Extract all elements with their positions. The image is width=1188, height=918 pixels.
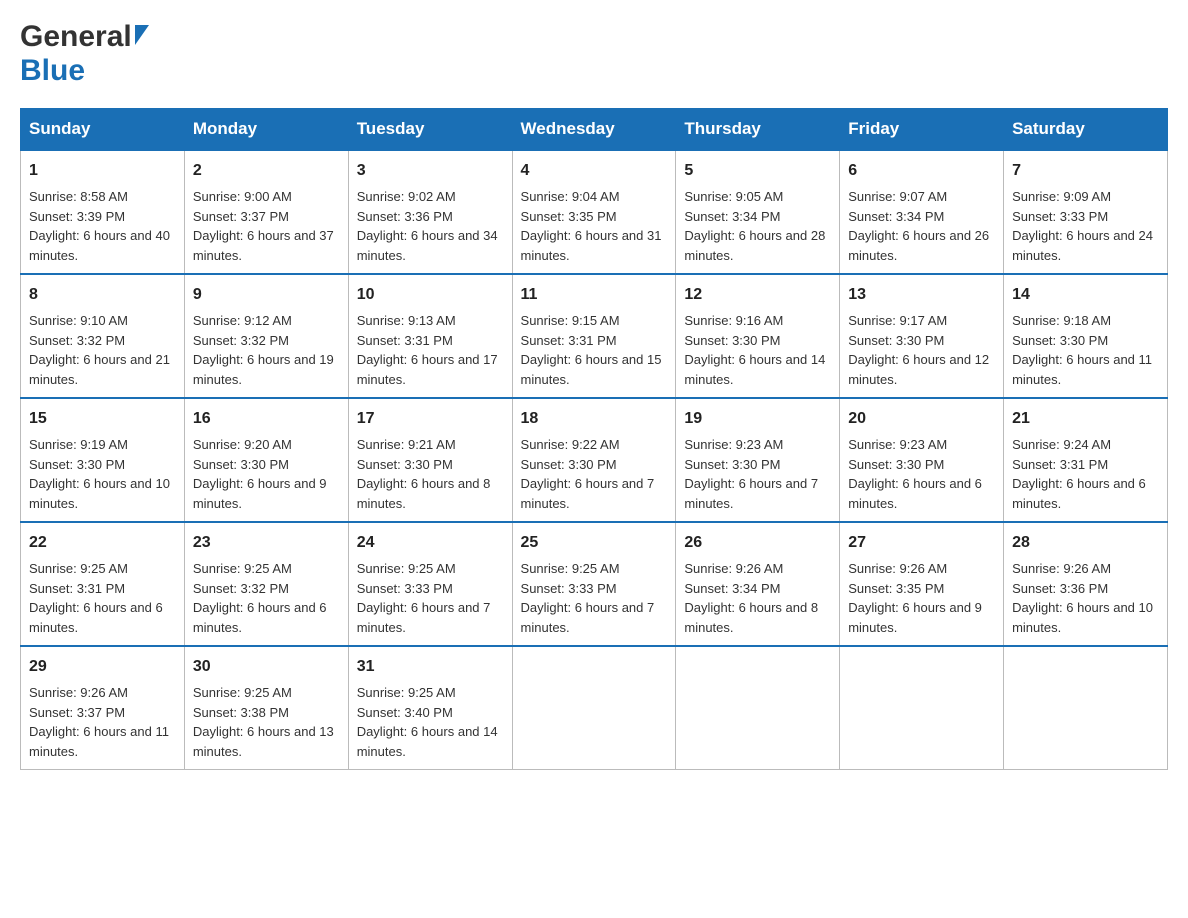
- day-number: 25: [521, 531, 668, 555]
- day-cell-31: 31Sunrise: 9:25 AMSunset: 3:40 PMDayligh…: [348, 646, 512, 770]
- day-number: 12: [684, 283, 831, 307]
- day-cell-3: 3Sunrise: 9:02 AMSunset: 3:36 PMDaylight…: [348, 150, 512, 274]
- day-cell-9: 9Sunrise: 9:12 AMSunset: 3:32 PMDaylight…: [184, 274, 348, 398]
- day-header-thursday: Thursday: [676, 109, 840, 151]
- day-number: 6: [848, 159, 995, 183]
- day-cell-19: 19Sunrise: 9:23 AMSunset: 3:30 PMDayligh…: [676, 398, 840, 522]
- day-cell-11: 11Sunrise: 9:15 AMSunset: 3:31 PMDayligh…: [512, 274, 676, 398]
- day-number: 22: [29, 531, 176, 555]
- day-number: 19: [684, 407, 831, 431]
- day-cell-22: 22Sunrise: 9:25 AMSunset: 3:31 PMDayligh…: [21, 522, 185, 646]
- day-cell-8: 8Sunrise: 9:10 AMSunset: 3:32 PMDaylight…: [21, 274, 185, 398]
- day-number: 29: [29, 655, 176, 679]
- logo-general-text: General: [20, 20, 132, 54]
- day-number: 26: [684, 531, 831, 555]
- day-cell-4: 4Sunrise: 9:04 AMSunset: 3:35 PMDaylight…: [512, 150, 676, 274]
- week-row-2: 8Sunrise: 9:10 AMSunset: 3:32 PMDaylight…: [21, 274, 1168, 398]
- day-number: 20: [848, 407, 995, 431]
- empty-cell: [512, 646, 676, 770]
- day-number: 5: [684, 159, 831, 183]
- day-number: 2: [193, 159, 340, 183]
- day-number: 31: [357, 655, 504, 679]
- week-row-3: 15Sunrise: 9:19 AMSunset: 3:30 PMDayligh…: [21, 398, 1168, 522]
- day-cell-24: 24Sunrise: 9:25 AMSunset: 3:33 PMDayligh…: [348, 522, 512, 646]
- day-cell-7: 7Sunrise: 9:09 AMSunset: 3:33 PMDaylight…: [1004, 150, 1168, 274]
- logo-blue-text: Blue: [20, 54, 149, 88]
- calendar-header-row: SundayMondayTuesdayWednesdayThursdayFrid…: [21, 109, 1168, 151]
- week-row-1: 1Sunrise: 8:58 AMSunset: 3:39 PMDaylight…: [21, 150, 1168, 274]
- day-number: 3: [357, 159, 504, 183]
- day-cell-27: 27Sunrise: 9:26 AMSunset: 3:35 PMDayligh…: [840, 522, 1004, 646]
- empty-cell: [1004, 646, 1168, 770]
- day-number: 16: [193, 407, 340, 431]
- day-cell-23: 23Sunrise: 9:25 AMSunset: 3:32 PMDayligh…: [184, 522, 348, 646]
- week-row-4: 22Sunrise: 9:25 AMSunset: 3:31 PMDayligh…: [21, 522, 1168, 646]
- day-header-friday: Friday: [840, 109, 1004, 151]
- day-cell-21: 21Sunrise: 9:24 AMSunset: 3:31 PMDayligh…: [1004, 398, 1168, 522]
- day-cell-28: 28Sunrise: 9:26 AMSunset: 3:36 PMDayligh…: [1004, 522, 1168, 646]
- day-cell-16: 16Sunrise: 9:20 AMSunset: 3:30 PMDayligh…: [184, 398, 348, 522]
- page-header: General Blue: [20, 20, 1168, 88]
- day-cell-29: 29Sunrise: 9:26 AMSunset: 3:37 PMDayligh…: [21, 646, 185, 770]
- day-cell-25: 25Sunrise: 9:25 AMSunset: 3:33 PMDayligh…: [512, 522, 676, 646]
- day-number: 1: [29, 159, 176, 183]
- day-header-monday: Monday: [184, 109, 348, 151]
- day-cell-26: 26Sunrise: 9:26 AMSunset: 3:34 PMDayligh…: [676, 522, 840, 646]
- day-number: 27: [848, 531, 995, 555]
- day-cell-17: 17Sunrise: 9:21 AMSunset: 3:30 PMDayligh…: [348, 398, 512, 522]
- day-cell-20: 20Sunrise: 9:23 AMSunset: 3:30 PMDayligh…: [840, 398, 1004, 522]
- day-number: 18: [521, 407, 668, 431]
- day-number: 13: [848, 283, 995, 307]
- day-number: 7: [1012, 159, 1159, 183]
- day-cell-15: 15Sunrise: 9:19 AMSunset: 3:30 PMDayligh…: [21, 398, 185, 522]
- day-header-saturday: Saturday: [1004, 109, 1168, 151]
- day-cell-2: 2Sunrise: 9:00 AMSunset: 3:37 PMDaylight…: [184, 150, 348, 274]
- day-number: 24: [357, 531, 504, 555]
- day-number: 17: [357, 407, 504, 431]
- calendar-table: SundayMondayTuesdayWednesdayThursdayFrid…: [20, 108, 1168, 770]
- day-cell-12: 12Sunrise: 9:16 AMSunset: 3:30 PMDayligh…: [676, 274, 840, 398]
- day-number: 14: [1012, 283, 1159, 307]
- empty-cell: [840, 646, 1004, 770]
- empty-cell: [676, 646, 840, 770]
- day-cell-10: 10Sunrise: 9:13 AMSunset: 3:31 PMDayligh…: [348, 274, 512, 398]
- day-cell-1: 1Sunrise: 8:58 AMSunset: 3:39 PMDaylight…: [21, 150, 185, 274]
- day-cell-5: 5Sunrise: 9:05 AMSunset: 3:34 PMDaylight…: [676, 150, 840, 274]
- day-number: 28: [1012, 531, 1159, 555]
- day-header-tuesday: Tuesday: [348, 109, 512, 151]
- week-row-5: 29Sunrise: 9:26 AMSunset: 3:37 PMDayligh…: [21, 646, 1168, 770]
- day-number: 30: [193, 655, 340, 679]
- logo-triangle-icon: [135, 25, 149, 45]
- day-number: 8: [29, 283, 176, 307]
- day-header-wednesday: Wednesday: [512, 109, 676, 151]
- day-cell-30: 30Sunrise: 9:25 AMSunset: 3:38 PMDayligh…: [184, 646, 348, 770]
- day-cell-13: 13Sunrise: 9:17 AMSunset: 3:30 PMDayligh…: [840, 274, 1004, 398]
- day-number: 11: [521, 283, 668, 307]
- day-cell-6: 6Sunrise: 9:07 AMSunset: 3:34 PMDaylight…: [840, 150, 1004, 274]
- day-number: 15: [29, 407, 176, 431]
- day-number: 10: [357, 283, 504, 307]
- day-number: 4: [521, 159, 668, 183]
- day-number: 23: [193, 531, 340, 555]
- day-header-sunday: Sunday: [21, 109, 185, 151]
- logo: General Blue: [20, 20, 149, 88]
- day-number: 21: [1012, 407, 1159, 431]
- day-number: 9: [193, 283, 340, 307]
- day-cell-18: 18Sunrise: 9:22 AMSunset: 3:30 PMDayligh…: [512, 398, 676, 522]
- day-cell-14: 14Sunrise: 9:18 AMSunset: 3:30 PMDayligh…: [1004, 274, 1168, 398]
